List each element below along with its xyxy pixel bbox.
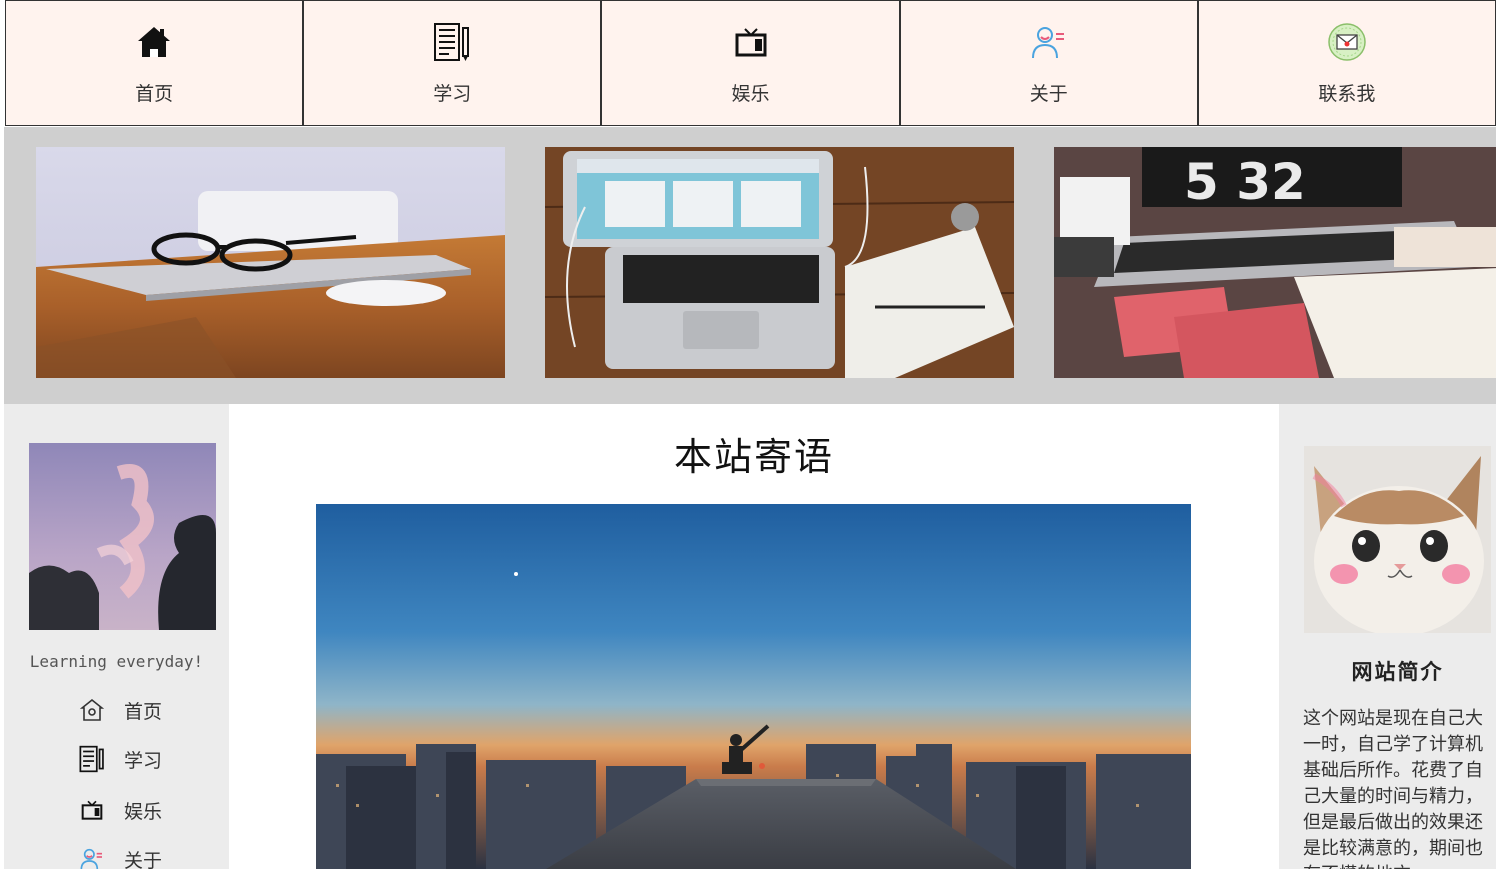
nav-item-label: 首页: [135, 83, 174, 105]
sidebar-item-entertainment[interactable]: 娱乐: [78, 794, 162, 826]
left-sidebar: Learning everyday! 首页 学习 娱乐 关于: [4, 404, 229, 869]
banner-photo-desk: [36, 147, 505, 378]
nav-item-home[interactable]: 首页: [5, 0, 304, 126]
sidebar-item-home[interactable]: 首页: [78, 694, 162, 726]
sidebar-item-label: 关于: [124, 849, 163, 869]
right-sidebar: 网站简介 这个网站是现在自己大一时，自己学了计算机基础后所作。花费了自己大量的时…: [1279, 404, 1496, 869]
intro-title: 网站简介: [1351, 659, 1444, 684]
notebook-icon: [78, 745, 106, 773]
mail-icon: [1327, 21, 1367, 63]
banner-photo-clock: 5 32: [1054, 147, 1496, 378]
home-outline-icon: [78, 696, 106, 724]
sidebar-item-study[interactable]: 学习: [78, 743, 162, 775]
top-nav: 首页 学习 娱乐 关于 联系我: [5, 0, 1496, 126]
sky-avatar-image: [29, 443, 216, 630]
home-icon: [134, 21, 174, 63]
intro-text: 这个网站是现在自己大一时，自己学了计算机基础后所作。花费了自己大量的时间与精力，…: [1303, 708, 1483, 869]
nav-item-label: 学习: [433, 83, 472, 105]
tv-icon: [78, 796, 106, 824]
user-icon: [1029, 21, 1069, 63]
notebook-icon: [432, 21, 472, 63]
nav-item-label: 娱乐: [731, 83, 770, 105]
cat-image: [1304, 446, 1491, 633]
nav-item-label: 关于: [1029, 83, 1068, 105]
nav-item-contact[interactable]: 联系我: [1197, 0, 1496, 126]
nav-item-about[interactable]: 关于: [899, 0, 1198, 126]
motto-text: Learning everyday!: [29, 652, 204, 671]
sidebar-item-label: 娱乐: [124, 800, 163, 823]
tv-icon: [731, 21, 771, 63]
sidebar-item-about[interactable]: 关于: [78, 843, 162, 869]
nav-item-study[interactable]: 学习: [303, 0, 602, 126]
banner-photo-laptop: [545, 147, 1014, 378]
user-icon: [78, 845, 106, 869]
page-title: 本站寄语: [673, 435, 834, 479]
city-rooftop-image: [316, 504, 1191, 869]
sidebar-item-label: 学习: [124, 749, 163, 772]
nav-item-entertainment[interactable]: 娱乐: [601, 0, 900, 126]
svg-text:5 32: 5 32: [1184, 153, 1306, 211]
sidebar-item-label: 首页: [124, 700, 163, 723]
nav-item-label: 联系我: [1318, 83, 1376, 105]
banner: 5 32: [4, 127, 1496, 404]
